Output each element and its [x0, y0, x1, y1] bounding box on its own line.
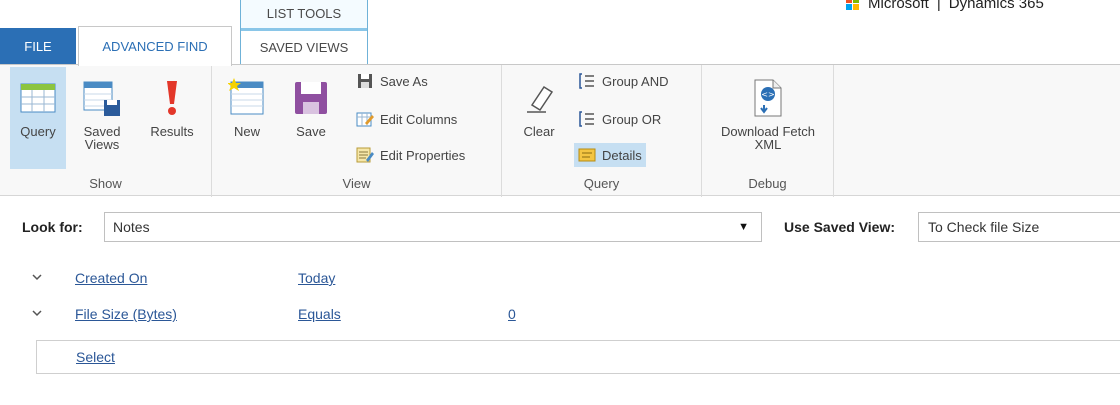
- save-disk-icon: [291, 75, 331, 121]
- ribbon-group-view: New Save Save As Edit Columns Edit Prope…: [212, 65, 502, 197]
- brand-product[interactable]: Dynamics 365: [949, 0, 1044, 12]
- download-fetch-xml-label: Download Fetch XML: [721, 124, 815, 152]
- look-for-select[interactable]: Notes ▼: [104, 212, 762, 242]
- microsoft-logo-icon: [846, 0, 860, 10]
- select-field-link[interactable]: Select: [76, 349, 115, 365]
- details-label: Details: [602, 147, 642, 163]
- file-tab[interactable]: FILE: [0, 28, 76, 64]
- tab-advanced-find[interactable]: ADVANCED FIND: [78, 26, 232, 66]
- new-view-icon: [227, 75, 267, 121]
- ribbon: Query Saved Views Results Show New Save …: [0, 64, 1120, 197]
- brand-separator: |: [936, 0, 941, 12]
- group-or-icon: [578, 110, 596, 128]
- eraser-icon: [519, 75, 559, 121]
- list-tools-context-group: LIST TOOLS SAVED VIEWS: [240, 0, 368, 64]
- clear-button[interactable]: Clear: [514, 75, 564, 138]
- criteria-value-link[interactable]: 0: [508, 306, 516, 322]
- edit-properties-button[interactable]: Edit Properties: [352, 143, 469, 167]
- query-label: Query: [20, 124, 56, 139]
- edit-columns-icon: [356, 110, 374, 128]
- saved-views-button[interactable]: Saved Views: [72, 75, 132, 151]
- group-label-query: Query: [583, 176, 620, 191]
- edit-properties-icon: [356, 146, 374, 164]
- save-as-icon: [356, 72, 374, 90]
- criteria-row: Created On Today: [0, 266, 1120, 294]
- ribbon-group-debug: <> Download Fetch XML Debug: [702, 65, 834, 197]
- details-button[interactable]: Details: [574, 143, 646, 167]
- save-label: Save: [296, 124, 326, 139]
- ribbon-group-show: Query Saved Views Results Show: [0, 65, 212, 197]
- use-saved-view-label: Use Saved View:: [784, 219, 896, 235]
- group-and-button[interactable]: Group AND: [574, 69, 672, 93]
- edit-properties-label: Edit Properties: [380, 147, 466, 163]
- download-fetch-xml-button[interactable]: <> Download Fetch XML: [706, 75, 830, 151]
- chevron-down-icon[interactable]: [30, 306, 44, 320]
- saved-views-icon: [82, 75, 122, 121]
- saved-view-value: To Check file Size: [928, 219, 1040, 235]
- look-for-bar: Look for: Notes ▼ Use Saved View: To Che…: [0, 208, 1120, 248]
- edit-columns-label: Edit Columns: [380, 111, 458, 127]
- group-label-debug: Debug: [748, 176, 787, 191]
- new-label: New: [233, 124, 260, 139]
- group-or-button[interactable]: Group OR: [574, 107, 665, 131]
- group-label-view: View: [342, 176, 371, 191]
- chevron-down-icon[interactable]: [30, 270, 44, 284]
- save-as-button[interactable]: Save As: [352, 69, 432, 93]
- save-as-label: Save As: [380, 73, 428, 89]
- brand-company: Microsoft: [868, 0, 929, 12]
- look-for-value: Notes: [113, 219, 150, 235]
- results-label: Results: [150, 124, 194, 139]
- query-button[interactable]: Query: [10, 67, 66, 169]
- brand: Microsoft | Dynamics 365: [846, 0, 1044, 12]
- svg-text:<>: <>: [761, 90, 774, 99]
- save-button[interactable]: Save: [286, 75, 336, 138]
- criteria-operator-link[interactable]: Today: [298, 270, 335, 286]
- exclamation-icon: [152, 75, 192, 121]
- clear-label: Clear: [523, 124, 555, 139]
- criteria-operator-link[interactable]: Equals: [298, 306, 341, 322]
- look-for-label: Look for:: [22, 219, 83, 235]
- edit-columns-button[interactable]: Edit Columns: [352, 107, 461, 131]
- criteria-field-link[interactable]: Created On: [75, 270, 147, 286]
- dropdown-arrow-icon[interactable]: ▼: [738, 221, 749, 233]
- query-grid-icon: [18, 75, 58, 121]
- group-and-icon: [578, 72, 596, 90]
- xml-file-icon: <>: [748, 75, 788, 121]
- criteria-field-link[interactable]: File Size (Bytes): [75, 306, 177, 322]
- list-tools-title: LIST TOOLS: [266, 6, 342, 21]
- tab-saved-views[interactable]: SAVED VIEWS: [241, 28, 367, 64]
- top-band: FILE ADVANCED FIND LIST TOOLS SAVED VIEW…: [0, 0, 1120, 66]
- new-criteria-row: Select: [36, 340, 1120, 374]
- group-and-label: Group AND: [602, 73, 669, 89]
- saved-views-label: Saved Views: [83, 124, 121, 152]
- group-label-show: Show: [89, 176, 122, 191]
- saved-view-select[interactable]: To Check file Size: [918, 212, 1120, 242]
- details-icon: [578, 146, 596, 164]
- ribbon-group-query: Clear Group AND Group OR Details Query: [502, 65, 702, 197]
- criteria-row: File Size (Bytes) Equals 0: [0, 302, 1120, 330]
- results-button[interactable]: Results: [142, 75, 202, 138]
- group-or-label: Group OR: [602, 111, 662, 127]
- new-button[interactable]: New: [222, 75, 272, 138]
